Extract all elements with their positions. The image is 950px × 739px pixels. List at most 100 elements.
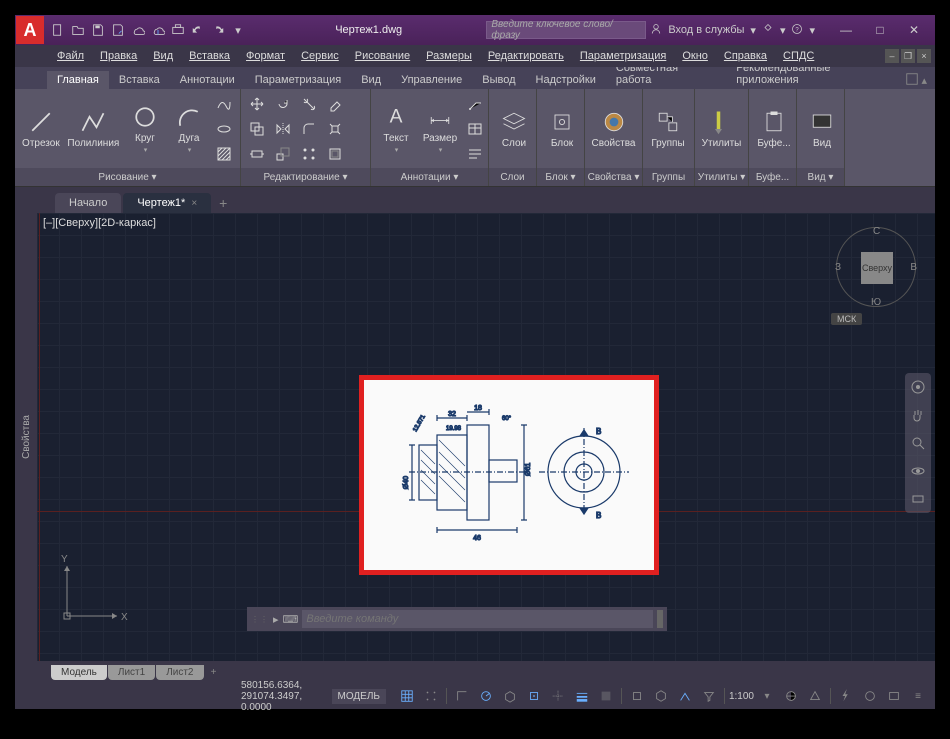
tab-manage[interactable]: Управление	[391, 71, 472, 89]
grid-icon[interactable]	[396, 686, 418, 706]
tab-param[interactable]: Параметризация	[245, 71, 351, 89]
zoom-icon[interactable]	[908, 433, 928, 453]
polar-icon[interactable]	[475, 686, 497, 706]
ribbon-collapse-icon[interactable]: ▴	[921, 74, 927, 87]
model-space-toggle[interactable]: МОДЕЛЬ	[332, 689, 386, 704]
rotate-icon[interactable]	[271, 92, 295, 116]
copy-icon[interactable]	[245, 117, 269, 141]
ellipse-icon[interactable]	[212, 117, 236, 141]
showmotion-icon[interactable]	[908, 489, 928, 509]
selection-cycling-icon[interactable]	[626, 686, 648, 706]
menu-modify[interactable]: Редактировать	[480, 50, 572, 62]
cloud-open-icon[interactable]	[129, 21, 147, 39]
menu-help[interactable]: Справка	[716, 50, 775, 62]
ortho-icon[interactable]	[451, 686, 473, 706]
panel-edit-label[interactable]: Редактирование ▾	[241, 168, 370, 186]
coordinates[interactable]: 580156.6364, 291074.3497, 0.0000	[241, 680, 326, 713]
line-button[interactable]: Отрезок	[19, 106, 63, 151]
hatch-icon[interactable]	[212, 142, 236, 166]
plot-icon[interactable]	[169, 21, 187, 39]
hardware-accel-icon[interactable]	[835, 686, 857, 706]
close-button[interactable]: ✕	[897, 18, 931, 42]
text-button[interactable]: AТекст▾	[375, 101, 417, 156]
circle-button[interactable]: Круг▾	[124, 101, 166, 156]
maximize-button[interactable]: □	[863, 18, 897, 42]
otrack-icon[interactable]	[547, 686, 569, 706]
help-icon[interactable]: ?	[791, 23, 803, 38]
command-line[interactable]: ⋮⋮ ▸ ⌨	[247, 607, 667, 631]
fillet-icon[interactable]	[297, 117, 321, 141]
arc-button[interactable]: Дуга▾	[168, 101, 210, 156]
steering-wheel-icon[interactable]	[908, 377, 928, 397]
qat-dropdown-icon[interactable]: ▾	[229, 21, 247, 39]
erase-icon[interactable]	[323, 92, 347, 116]
groups-button[interactable]: Группы	[647, 106, 689, 151]
transparency-icon[interactable]	[595, 686, 617, 706]
tab-annotate[interactable]: Аннотации	[170, 71, 245, 89]
pan-icon[interactable]	[908, 405, 928, 425]
selection-filter-icon[interactable]	[698, 686, 720, 706]
minimize-button[interactable]: —	[829, 18, 863, 42]
menu-param[interactable]: Параметризация	[572, 50, 674, 62]
dimension-button[interactable]: Размер▾	[419, 101, 461, 156]
array-icon[interactable]	[297, 142, 321, 166]
3dosnap-icon[interactable]	[650, 686, 672, 706]
mirror-icon[interactable]	[271, 117, 295, 141]
menu-dim[interactable]: Размеры	[418, 50, 480, 62]
panel-draw-label[interactable]: Рисование ▾	[15, 168, 240, 186]
menu-edit[interactable]: Правка	[92, 50, 145, 62]
new-icon[interactable]	[49, 21, 67, 39]
panel-utils-label[interactable]: Утилиты ▾	[695, 168, 748, 186]
tab-view[interactable]: Вид	[351, 71, 391, 89]
save-icon[interactable]	[89, 21, 107, 39]
tab-start[interactable]: Начало	[55, 193, 121, 213]
tab-addins[interactable]: Надстройки	[526, 71, 606, 89]
properties-palette-tab[interactable]: Свойства	[15, 213, 37, 661]
exchange-icon[interactable]	[762, 23, 774, 38]
panel-annot-label[interactable]: Аннотации ▾	[371, 168, 488, 186]
doc-restore-button[interactable]: ❐	[901, 49, 915, 63]
utilities-button[interactable]: Утилиты	[699, 106, 744, 151]
menu-spds[interactable]: СПДС	[775, 50, 822, 62]
cloud-save-icon[interactable]	[149, 21, 167, 39]
isolate-icon[interactable]	[859, 686, 881, 706]
offset-icon[interactable]	[323, 142, 347, 166]
clean-screen-icon[interactable]	[883, 686, 905, 706]
annoscale-dropdown-icon[interactable]: ▾	[756, 686, 778, 706]
ucs-label[interactable]: МСК	[831, 313, 862, 325]
new-tab-button[interactable]: +	[213, 193, 233, 213]
inserted-image[interactable]: 32 18 19.98 Ø40 Ø61 46 12.871 60°	[359, 375, 659, 575]
app-logo[interactable]: A	[16, 16, 44, 44]
menu-view[interactable]: Вид	[145, 50, 181, 62]
command-input[interactable]	[302, 610, 653, 628]
panel-props-label[interactable]: Свойства ▾	[585, 168, 642, 186]
polyline-button[interactable]: Полилиния	[65, 106, 122, 151]
panel-block-label[interactable]: Блок ▾	[537, 168, 584, 186]
doc-minimize-button[interactable]: –	[885, 49, 899, 63]
properties-button[interactable]: Свойства	[589, 106, 638, 151]
orbit-icon[interactable]	[908, 461, 928, 481]
block-button[interactable]: Блок	[541, 106, 583, 151]
viewport-label[interactable]: [–][Сверху][2D-каркас]	[43, 217, 156, 229]
leader-icon[interactable]	[463, 92, 487, 116]
menu-service[interactable]: Сервис	[293, 50, 347, 62]
spline-icon[interactable]	[212, 92, 236, 116]
redo-icon[interactable]	[209, 21, 227, 39]
drawing-canvas[interactable]: [–][Сверху][2D-каркас] С Ю З В Сверху МС…	[37, 213, 935, 661]
tab-model[interactable]: Модель	[51, 665, 107, 680]
login-button[interactable]: Вход в службы	[668, 24, 744, 36]
customize-icon[interactable]: ≡	[907, 686, 929, 706]
mtext-icon[interactable]	[463, 142, 487, 166]
menu-draw[interactable]: Рисование	[347, 50, 418, 62]
isodraft-icon[interactable]	[499, 686, 521, 706]
view-button[interactable]: Вид	[801, 106, 843, 151]
user-icon[interactable]	[650, 23, 662, 38]
table-icon[interactable]	[463, 117, 487, 141]
layers-button[interactable]: Слои	[493, 106, 535, 151]
workspace-icon[interactable]	[780, 686, 802, 706]
saveas-icon[interactable]	[109, 21, 127, 39]
viewcube[interactable]: С Ю З В Сверху МСК	[831, 223, 921, 343]
tab-home[interactable]: Главная	[47, 71, 109, 89]
cmdline-resize-handle[interactable]	[657, 610, 663, 628]
add-layout-button[interactable]: +	[205, 667, 223, 678]
